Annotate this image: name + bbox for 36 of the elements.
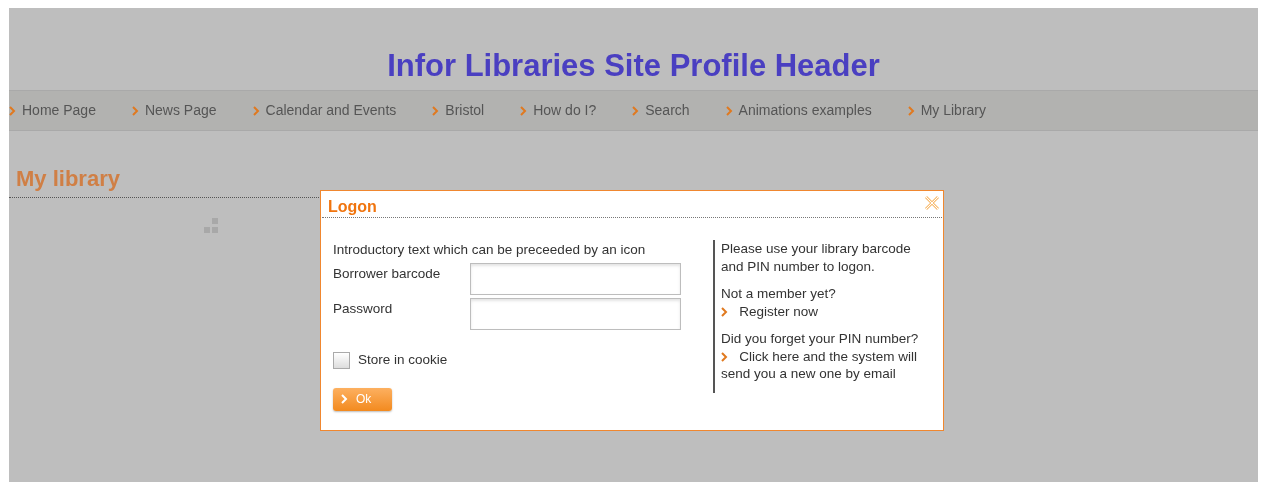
site-header-title: Infor Libraries Site Profile Header — [387, 46, 880, 84]
nav-link[interactable]: Calendar and Events — [252, 100, 397, 121]
checkbox-label: Store in cookie — [358, 351, 448, 370]
chevron-icon — [907, 105, 915, 116]
chevron-icon — [632, 105, 640, 116]
input-field[interactable] — [470, 263, 681, 296]
help-text: Not a member yet? — [721, 286, 836, 301]
nav-link[interactable]: News Page — [131, 100, 217, 121]
input-field[interactable] — [470, 298, 681, 331]
intro-text: Introductory text which can be preceeded by an icon — [333, 241, 647, 259]
page-title: My library — [16, 165, 121, 193]
checkbox[interactable] — [333, 351, 350, 369]
field-label: Password — [333, 300, 394, 319]
dialog-title: Logon — [322, 191, 942, 218]
help-text: Did you forget your PIN number? — [721, 331, 919, 346]
ok-button[interactable]: Ok — [333, 387, 392, 411]
chevron-icon — [725, 105, 733, 116]
chevron-icon — [432, 105, 440, 116]
close-icon[interactable] — [924, 195, 940, 211]
chevron-icon — [721, 351, 728, 362]
chevron-icon — [131, 105, 139, 116]
help-text: Please use your library barcode and PIN number to logon. — [721, 241, 911, 274]
field-label: Borrower barcode — [333, 265, 442, 284]
chevron-icon — [252, 105, 260, 116]
nav-link[interactable]: Bristol — [432, 100, 485, 121]
chevron-icon — [341, 394, 348, 404]
chevron-icon — [9, 105, 16, 116]
chevron-icon — [520, 105, 528, 116]
help-link[interactable]: Click here and the system will send you a new one by email — [721, 347, 928, 383]
nav-link[interactable]: Home Page — [9, 100, 96, 121]
nav-link[interactable]: My Library — [907, 100, 987, 121]
help-link[interactable]: Register now — [721, 302, 928, 320]
chevron-icon — [721, 306, 728, 317]
nav-link[interactable]: How do I? — [520, 100, 597, 121]
nav-link[interactable]: Animations examples — [725, 100, 872, 121]
nav-link[interactable]: Search — [632, 100, 690, 121]
